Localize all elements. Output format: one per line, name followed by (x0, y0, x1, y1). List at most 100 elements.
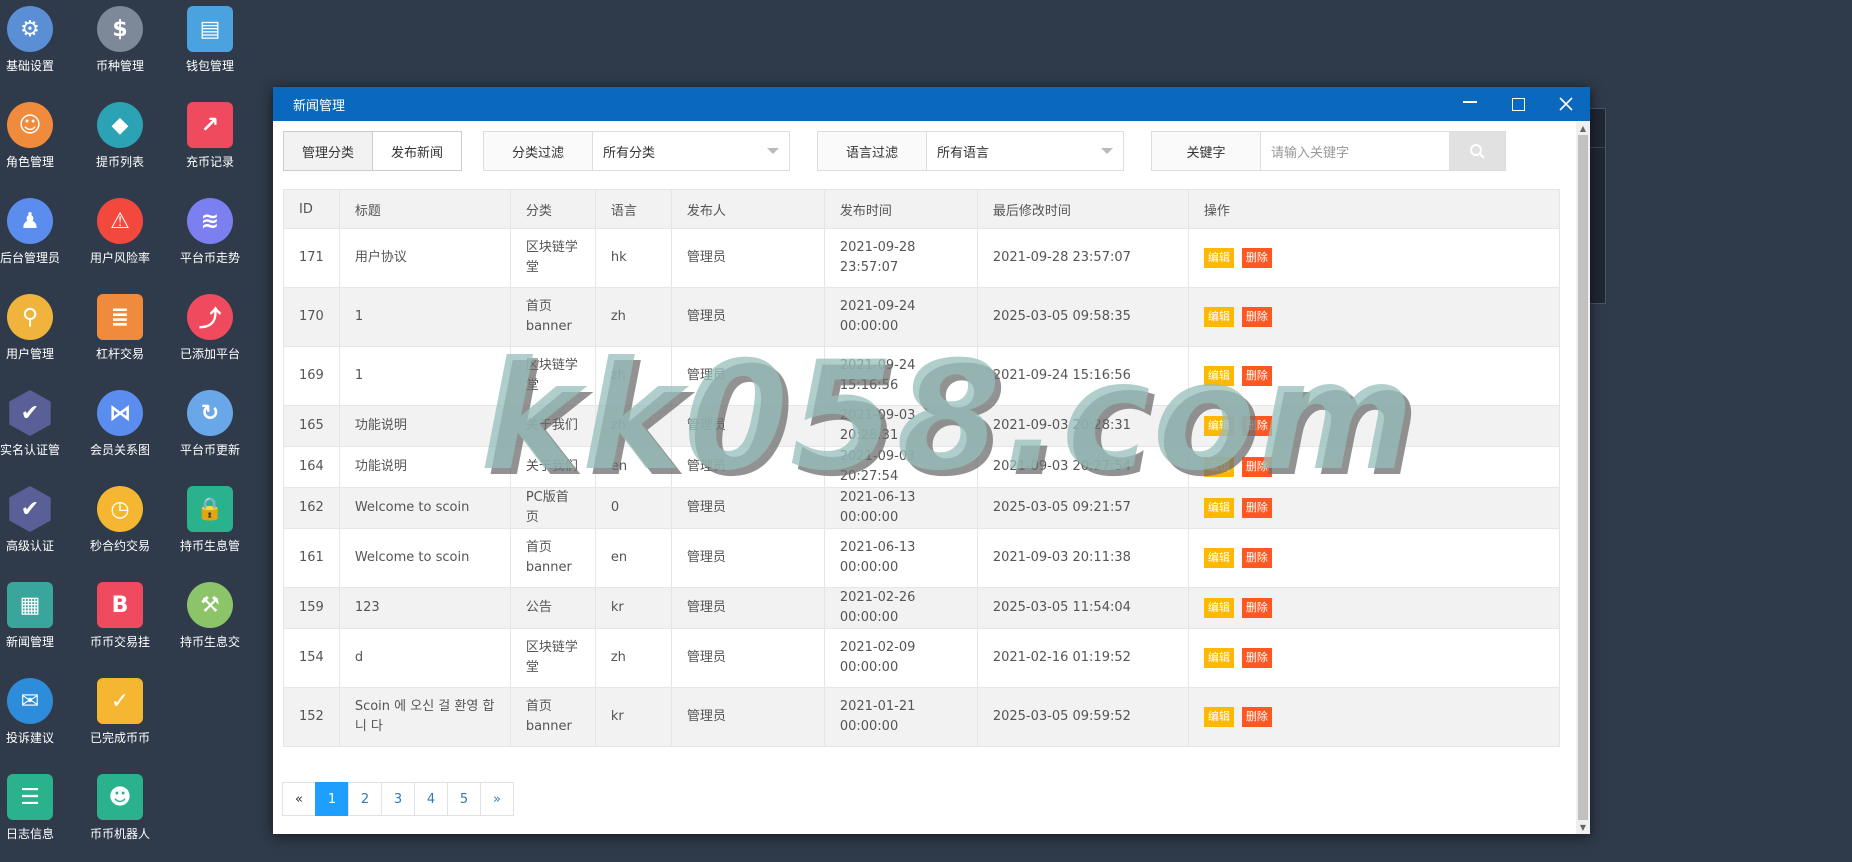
desktop-icon-layers[interactable]: ≋ 平台币走势 (164, 194, 256, 266)
edit-button[interactable]: 编辑 (1203, 307, 1234, 327)
edit-button[interactable]: 编辑 (1203, 548, 1234, 568)
desktop-icon-network[interactable]: ⋈ 会员关系图 (74, 386, 166, 458)
desktop-icon-cloud-refresh[interactable]: ↻ 平台币更新 (164, 386, 256, 458)
delete-button[interactable]: 删除 (1241, 648, 1272, 668)
desktop-icon-user-search[interactable]: ⚲ 用户管理 (0, 290, 76, 362)
edit-button[interactable]: 编辑 (1203, 498, 1234, 518)
edit-button[interactable]: 编辑 (1203, 248, 1234, 268)
delete-button[interactable]: 删除 (1241, 457, 1272, 477)
page-4-button[interactable]: 4 (414, 782, 448, 816)
admin-icon: ♟ (7, 198, 53, 244)
desktop-icon-label: 后台管理员 (0, 251, 60, 265)
cell-title: 用户协议 (338, 228, 511, 288)
page-3-button[interactable]: 3 (381, 782, 415, 816)
edit-button[interactable]: 编辑 (1203, 598, 1234, 618)
cell-language: zh (594, 405, 672, 447)
cell-author: 管理员 (670, 628, 825, 688)
cell-actions: 编辑 删除 (1187, 228, 1561, 288)
scrollbar-thumb[interactable] (1578, 135, 1588, 820)
close-button[interactable] (1542, 87, 1590, 121)
edit-button[interactable]: 编辑 (1203, 707, 1234, 727)
news-table: ID 标题 分类 语言 发布人 发布时间 最后修改时间 操作 171 用户协议 区块… (283, 189, 1561, 747)
cell-id: 169 (283, 346, 340, 406)
delete-button[interactable]: 删除 (1241, 598, 1272, 618)
desktop-icon-mail[interactable]: ✉ 投诉建议 (0, 674, 76, 746)
user-search-icon: ⚲ (7, 294, 53, 340)
desktop-icon-gear[interactable]: ⚙ 基础设置 (0, 2, 76, 74)
table-row: 152 Scoin 에 오신 걸 환영 합니 다 首页banner kr 管理员 2021… (283, 687, 1561, 747)
desktop-icon-stack[interactable]: ≣ 杠杆交易 (74, 290, 166, 362)
page-1-button[interactable]: 1 (315, 782, 349, 816)
desktop-icon-verify[interactable]: ✔ 实名认证管 (0, 386, 76, 458)
search-button[interactable] (1449, 132, 1505, 170)
minimize-button[interactable] (1446, 87, 1494, 121)
cell-category: PC版首页 (509, 487, 596, 529)
desktop-icon-news[interactable]: ▦ 新闻管理 (0, 578, 76, 650)
toolbar: 管理分类 发布新闻 分类过滤 所有分类 语言过滤 所有语言 关键字 请输入关键字 (283, 131, 1523, 171)
scroll-down-icon[interactable]: ▼ (1576, 820, 1590, 834)
cell-published: 2021-09-28 23:57:07 (823, 228, 978, 288)
desktop-icon-bitcoin[interactable]: B 币币交易挂 (74, 578, 166, 650)
cell-title: 1 (338, 287, 511, 347)
next-page-button[interactable]: » (480, 782, 514, 816)
manage-category-button[interactable]: 管理分类 (283, 131, 374, 171)
cell-actions: 编辑 删除 (1187, 687, 1561, 747)
mail-icon: ✉ (7, 678, 53, 724)
cell-language: zh (594, 346, 672, 406)
edit-button[interactable]: 编辑 (1203, 457, 1234, 477)
desktop-icon-log[interactable]: ☰ 日志信息 (0, 770, 76, 842)
desktop-icon-coin[interactable]: ◆ 提币列表 (74, 98, 166, 170)
desktop-icon-label: 投诉建议 (5, 731, 54, 745)
edit-button[interactable]: 编辑 (1203, 366, 1234, 386)
desktop-icon-users[interactable]: ☺ 角色管理 (0, 98, 76, 170)
desktop-icon-alarm[interactable]: ⚠ 用户风险率 (74, 194, 166, 266)
scroll-up-icon[interactable]: ▲ (1576, 121, 1590, 135)
edit-button[interactable]: 编辑 (1203, 648, 1234, 668)
publish-news-button[interactable]: 发布新闻 (373, 131, 463, 171)
maximize-button[interactable] (1494, 87, 1542, 121)
category-filter-select[interactable]: 所有分类 (593, 132, 789, 170)
vertical-scrollbar[interactable]: ▲ ▼ (1576, 121, 1590, 834)
desktop-icon-label: 角色管理 (5, 155, 54, 169)
table-row: 171 用户协议 区块链学堂 hk 管理员 2021-09-28 23:57:07 2021… (283, 228, 1561, 288)
desktop-icon-admin[interactable]: ♟ 后台管理员 (0, 194, 76, 266)
cell-author: 管理员 (670, 228, 825, 288)
prev-page-button[interactable]: « (282, 782, 316, 816)
cell-author: 管理员 (670, 687, 825, 747)
delete-button[interactable]: 删除 (1241, 498, 1272, 518)
cell-id: 159 (283, 587, 340, 629)
cell-title: 1 (338, 346, 511, 406)
desktop-icon-hammer[interactable]: ⚒ 持币生息交 (164, 578, 256, 650)
delete-button[interactable]: 删除 (1241, 307, 1272, 327)
desktop-icon-timer[interactable]: ◷ 秒合约交易 (74, 482, 166, 554)
desktop-icon-lock[interactable]: 🔒 持币生息管 (164, 482, 256, 554)
delete-button[interactable]: 删除 (1241, 416, 1272, 436)
page-5-button[interactable]: 5 (447, 782, 481, 816)
desktop-icon-chart[interactable]: ↗ 充币记录 (164, 98, 256, 170)
desktop-icon-trend[interactable]: ⤴ 已添加平台 (164, 290, 256, 362)
desktop-icon-wallet[interactable]: ▤ 钱包管理 (164, 2, 256, 74)
delete-button[interactable]: 删除 (1241, 366, 1272, 386)
desktop-icon-verify-advanced[interactable]: ✔ 高级认证 (0, 482, 76, 554)
desktop-icon-check[interactable]: ✓ 已完成币币 (74, 674, 166, 746)
cell-modified: 2021-09-03 20:11:38 (976, 528, 1189, 588)
desktop-icon-robot[interactable]: ☻ 币币机器人 (74, 770, 166, 842)
edit-button[interactable]: 编辑 (1203, 416, 1234, 436)
delete-button[interactable]: 删除 (1241, 707, 1272, 727)
gear-icon: ⚙ (7, 6, 53, 52)
cell-category: 首页banner (509, 528, 596, 588)
language-filter-select[interactable]: 所有语言 (927, 132, 1123, 170)
window-titlebar[interactable]: 新闻管理 (273, 87, 1590, 121)
keyword-input[interactable]: 请输入关键字 (1261, 132, 1449, 170)
keyword-filter: 关键字 请输入关键字 (1151, 131, 1506, 171)
page-2-button[interactable]: 2 (348, 782, 382, 816)
cell-language: zh (594, 287, 672, 347)
col-published: 发布时间 (823, 189, 978, 229)
delete-button[interactable]: 删除 (1241, 548, 1272, 568)
cell-title: 功能说明 (338, 446, 511, 488)
cell-author: 管理员 (670, 587, 825, 629)
desktop-icon-dollar[interactable]: $ 币种管理 (74, 2, 166, 74)
cell-modified: 2025-03-05 09:58:35 (976, 287, 1189, 347)
delete-button[interactable]: 删除 (1241, 248, 1272, 268)
cell-language: hk (594, 228, 672, 288)
